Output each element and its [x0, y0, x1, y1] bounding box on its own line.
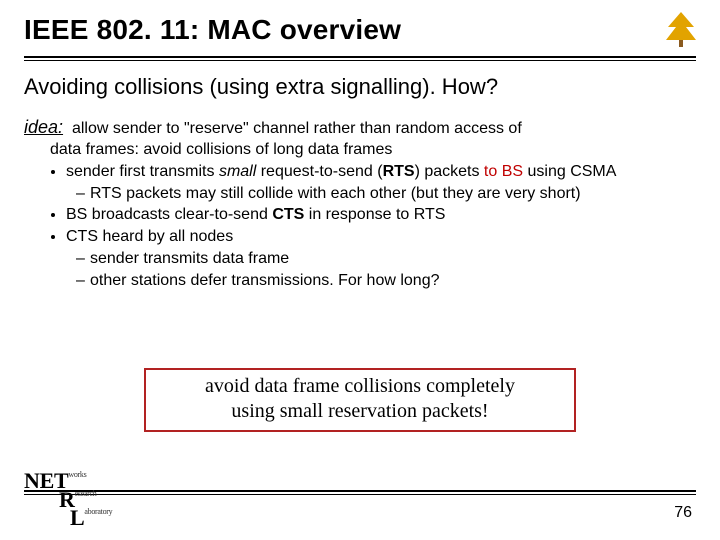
tree-icon — [664, 12, 698, 48]
title-rule — [24, 56, 696, 58]
bullet-rts: sender first transmits small request-to-… — [66, 162, 692, 205]
sub-rts-collide: RTS packets may still collide with each … — [90, 184, 692, 205]
slide-subtitle: Avoiding collisions (using extra signall… — [24, 74, 498, 100]
callout-box: avoid data frame collisions completely u… — [144, 368, 576, 432]
slide: IEEE 802. 11: MAC overview Avoiding coll… — [0, 0, 720, 540]
idea-label: idea: — [24, 117, 63, 137]
callout-line-2: using small reservation packets! — [154, 399, 566, 424]
idea-text: allow sender to "reserve" channel rather… — [72, 120, 522, 137]
footer-rule — [24, 490, 696, 492]
slide-title: IEEE 802. 11: MAC overview — [24, 14, 401, 46]
idea-continuation: data frames: avoid collisions of long da… — [50, 140, 692, 161]
body-content: data frames: avoid collisions of long da… — [50, 140, 692, 293]
bullet-cts-heard: CTS heard by all nodes sender transmits … — [66, 227, 692, 291]
page-number: 76 — [674, 504, 692, 522]
to-bs-highlight: to BS — [484, 163, 523, 180]
bullet-cts: BS broadcasts clear-to-send CTS in respo… — [66, 205, 692, 226]
idea-line: idea: allow sender to "reserve" channel … — [24, 116, 696, 140]
callout-line-1: avoid data frame collisions completely — [154, 374, 566, 399]
lab-logo: NETworks Research Laboratory — [24, 472, 112, 528]
sub-defer: other stations defer transmissions. For … — [90, 271, 692, 292]
sub-sender-transmits: sender transmits data frame — [90, 249, 692, 270]
